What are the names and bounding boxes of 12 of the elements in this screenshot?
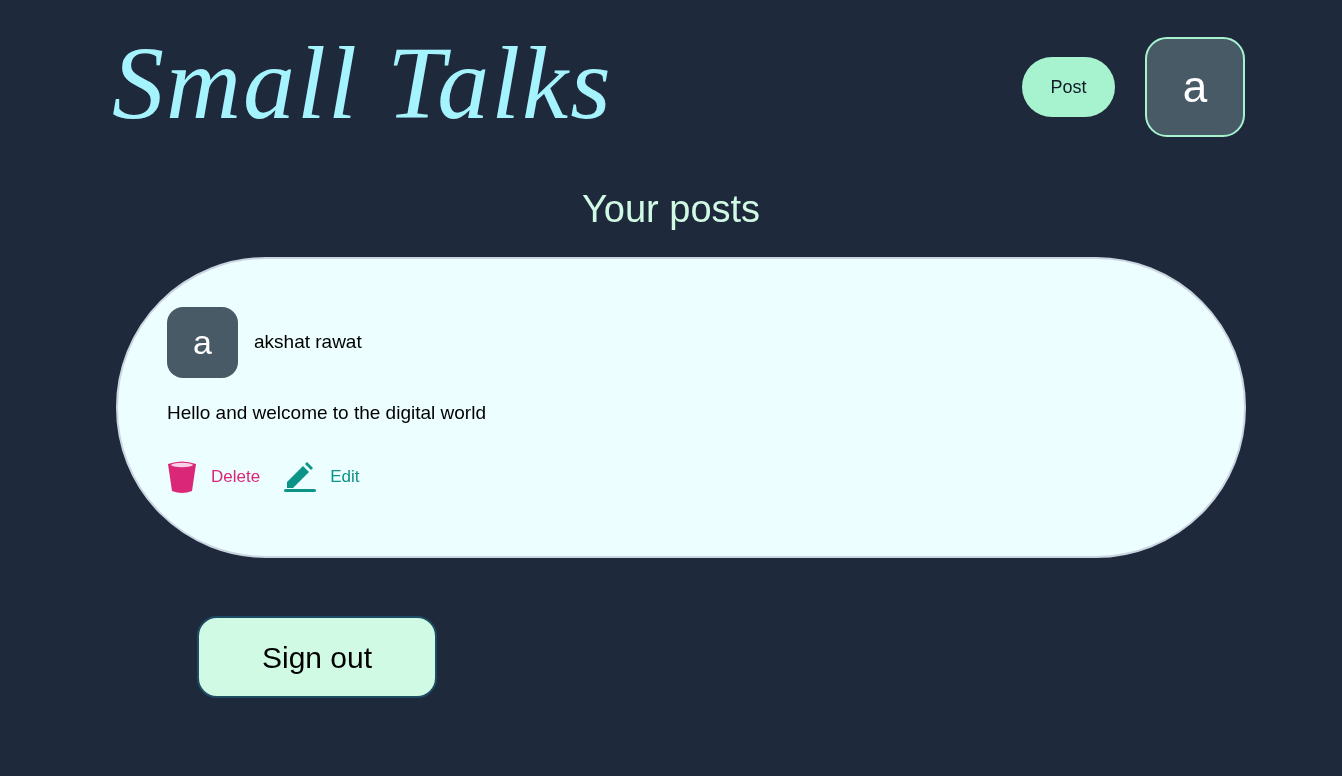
trash-icon: [167, 460, 197, 494]
post-button[interactable]: Post: [1022, 57, 1115, 117]
author-avatar: a: [167, 307, 238, 378]
author-name: akshat rawat: [254, 330, 362, 355]
sign-out-button[interactable]: Sign out: [197, 616, 437, 698]
pencil-icon: [284, 462, 317, 492]
delete-button[interactable]: Delete: [167, 460, 261, 494]
profile-avatar[interactable]: a: [1145, 37, 1245, 137]
site-logo: Small Talks: [112, 31, 613, 135]
page-heading: Your posts: [581, 187, 761, 231]
edit-button[interactable]: Edit: [284, 462, 360, 492]
post-text: Hello and welcome to the digital world: [167, 401, 487, 425]
